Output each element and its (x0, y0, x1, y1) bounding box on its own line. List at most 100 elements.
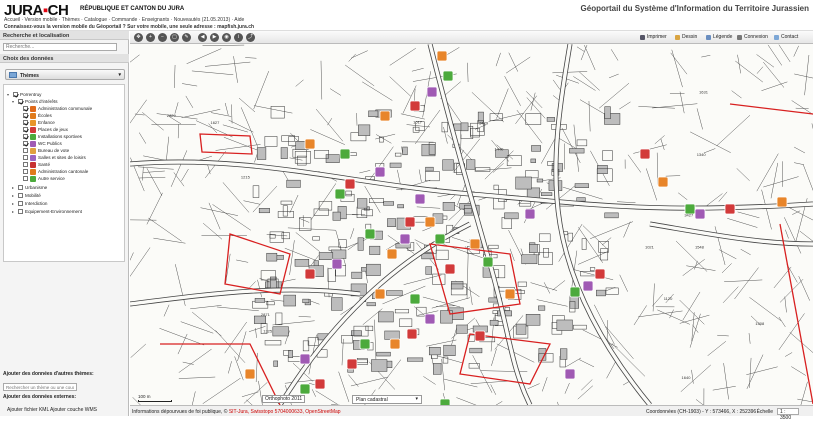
basemap-select[interactable]: Plan cadastral▾ (352, 395, 422, 404)
parcel-line (254, 154, 257, 163)
login-button[interactable]: Connexion (737, 34, 768, 40)
expand-icon[interactable]: ▾ (12, 99, 16, 104)
layer-checkbox[interactable] (18, 201, 23, 206)
parcel-line (683, 292, 700, 320)
layer-item[interactable]: ▾Points d'intérêts (12, 98, 58, 105)
theme-select[interactable]: Thèmes ▾ (5, 69, 125, 80)
draw-button[interactable]: Dessin (675, 34, 697, 40)
parcel-line (288, 228, 335, 230)
layer-checkbox[interactable] (23, 120, 28, 125)
parcel-line (471, 381, 508, 384)
contact-button[interactable]: Contact (774, 34, 798, 40)
layer-checkbox[interactable] (23, 106, 28, 111)
theme-select-label: Thèmes (20, 73, 39, 79)
layer-checkbox[interactable] (23, 162, 28, 167)
legend-button[interactable]: Légende (706, 34, 732, 40)
layer-checkbox[interactable] (13, 92, 18, 97)
layer-item[interactable]: Autre service (17, 175, 65, 182)
layer-label: Porrentruy (20, 92, 41, 97)
theme-search-input[interactable] (3, 383, 77, 391)
pan-icon[interactable]: ✥ (134, 33, 143, 42)
layer-checkbox[interactable] (23, 169, 28, 174)
parcel-line (245, 58, 256, 59)
parcel-line (792, 100, 813, 117)
parcel-line (330, 89, 341, 96)
zoom-box-icon[interactable]: ▢ (170, 33, 179, 42)
previous-view-icon[interactable]: ◀ (198, 33, 207, 42)
parcel-line (638, 106, 675, 108)
layer-checkbox[interactable] (18, 99, 23, 104)
layer-checkbox[interactable] (18, 209, 23, 214)
expand-icon[interactable]: ▸ (12, 185, 16, 190)
cadastral-map[interactable]: 2829144015481640163115083429342712151617… (130, 44, 813, 405)
layer-label: WC Publics (38, 141, 62, 146)
parcel-line (701, 55, 710, 57)
layer-item[interactable]: ▾ Porrentruy (7, 91, 41, 98)
layer-checkbox[interactable] (23, 148, 28, 153)
building (369, 111, 378, 117)
layer-checkbox[interactable] (23, 141, 28, 146)
expand-icon[interactable]: ▾ (7, 92, 11, 97)
map-canvas[interactable]: 2829144015481640163115083429342712151617… (130, 44, 813, 405)
layer-item[interactable]: WC Publics (17, 140, 62, 147)
layer-item[interactable]: Administration cantonale (17, 168, 88, 175)
search-input[interactable] (3, 43, 117, 51)
layer-item[interactable]: Salles et sites de loisirs (17, 154, 86, 161)
parcel-line (473, 355, 492, 392)
expand-icon[interactable]: ▸ (12, 209, 16, 214)
expand-icon[interactable]: ▸ (12, 201, 16, 206)
layer-checkbox[interactable] (18, 185, 23, 190)
orthophoto-button[interactable]: Orthophoto 2011 (262, 395, 305, 403)
layer-label: Interdiction (25, 201, 47, 206)
layer-checkbox[interactable] (18, 193, 23, 198)
layer-item[interactable]: ▸ Interdiction (12, 200, 47, 207)
attribution-links[interactable]: SIT-Jura, Swisstopo 5704000633, OpenStre… (229, 409, 341, 415)
data-section-title[interactable]: Choix des données (0, 54, 129, 63)
layer-item[interactable]: ▸Mobilité (12, 192, 41, 199)
parcel-line (131, 344, 146, 358)
layer-item[interactable]: ▸Equipement-Environnement (12, 208, 82, 215)
parcel-line (727, 218, 757, 227)
expand-icon[interactable]: ▸ (12, 193, 16, 198)
full-extent-icon[interactable]: ◉ (222, 33, 231, 42)
parcel-line (719, 192, 727, 202)
measure-icon[interactable]: ✎ (182, 33, 191, 42)
building (538, 252, 552, 264)
parcel-line (583, 226, 607, 249)
parcel-line (164, 305, 169, 317)
poi-marker-icon (470, 239, 480, 249)
parcel-line (186, 391, 196, 405)
layer-item[interactable]: Bureau de vote (17, 147, 69, 154)
add-kml-link[interactable]: Ajouter fichier KML (7, 407, 49, 413)
search-section-title[interactable]: Recherche et localisation (0, 31, 129, 40)
layer-item[interactable]: Places de jeux (17, 126, 68, 133)
layer-checkbox[interactable] (23, 134, 28, 139)
parcel-line (423, 376, 435, 384)
info-icon[interactable]: i (234, 33, 243, 42)
sidebar: Recherche et localisation Choix des donn… (0, 31, 129, 416)
layer-item[interactable]: Administration communale (17, 105, 92, 112)
layer-checkbox[interactable] (23, 113, 28, 118)
top-nav[interactable]: Accueil · Version mobile · Thèmes · Cata… (4, 17, 244, 23)
parcel-line (241, 107, 258, 146)
layer-item[interactable]: ▸Urbanisme (12, 184, 47, 191)
layer-checkbox[interactable] (23, 176, 28, 181)
zoom-in-icon[interactable]: + (146, 33, 155, 42)
layer-item[interactable]: Installations sportives (17, 133, 82, 140)
parcel-line (234, 56, 238, 83)
next-view-icon[interactable]: ▶ (210, 33, 219, 42)
building (346, 191, 352, 196)
zoom-out-icon[interactable]: − (158, 33, 167, 42)
layer-item[interactable]: Enfance (17, 119, 55, 126)
map-toolbar: ✥ + − ▢ ✎ ◀ ▶ ◉ i ⤴ Imprimer Dessin Lége… (130, 31, 813, 44)
scale-select[interactable]: 1 : 3500 (777, 408, 799, 415)
print-button[interactable]: Imprimer (640, 34, 667, 40)
poi-marker-icon (443, 71, 453, 81)
add-wms-link[interactable]: Ajouter couche WMS (50, 407, 97, 413)
layer-item[interactable]: Santé (17, 161, 50, 168)
share-icon[interactable]: ⤴ (246, 33, 255, 42)
layer-checkbox[interactable] (23, 155, 28, 160)
parcel-line (179, 377, 215, 379)
layer-item[interactable]: Écoles (17, 112, 52, 119)
layer-checkbox[interactable] (23, 127, 28, 132)
